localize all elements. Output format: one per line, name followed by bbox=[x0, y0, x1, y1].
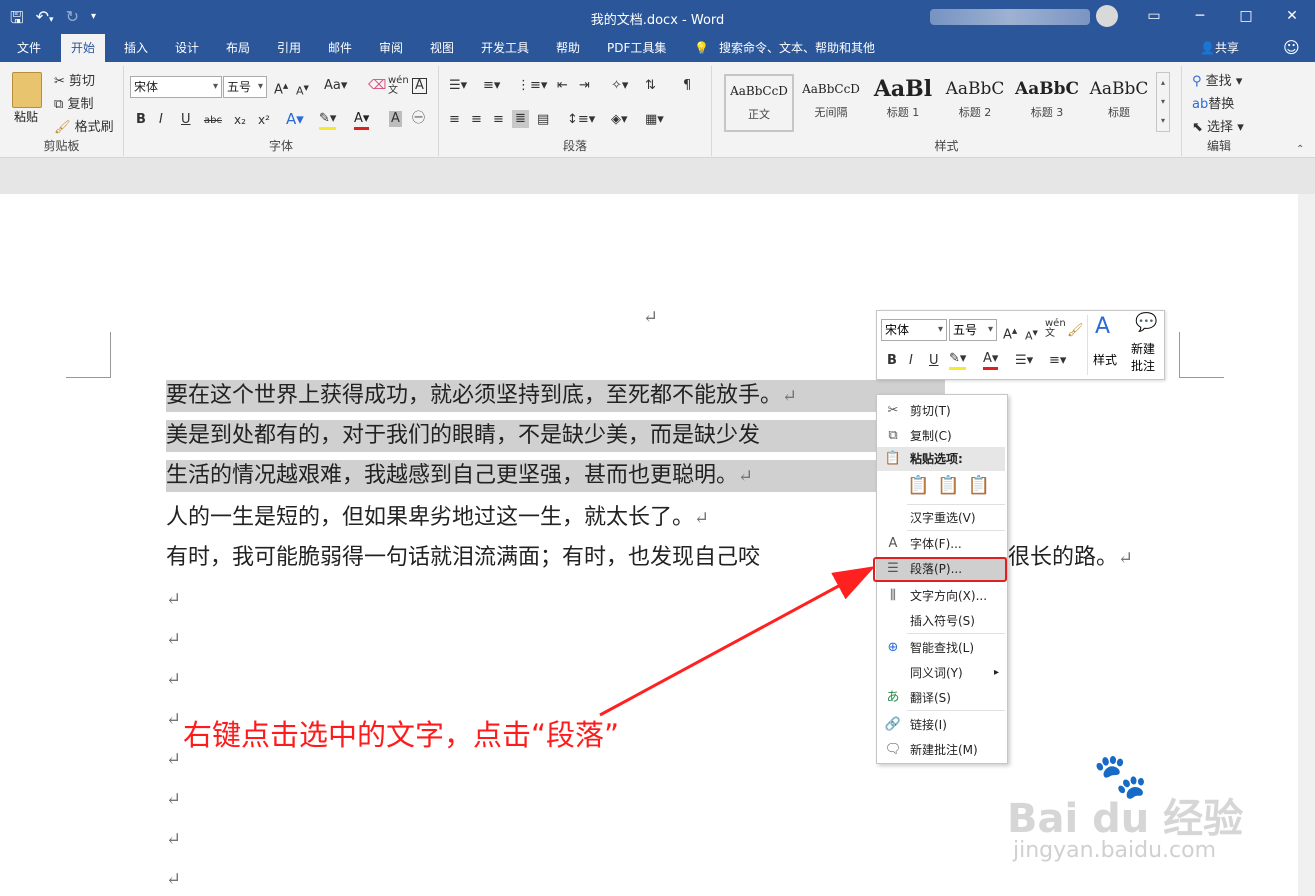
baidu-watermark: 🐾 Bai du 经验 jingyan.baidu.com bbox=[1005, 750, 1265, 870]
annotation-text: 右键点击选中的文字，点击“段落” bbox=[183, 718, 620, 752]
watermark-url: jingyan.baidu.com bbox=[1013, 838, 1217, 863]
watermark-logo: Bai du 经验 bbox=[1007, 796, 1244, 842]
